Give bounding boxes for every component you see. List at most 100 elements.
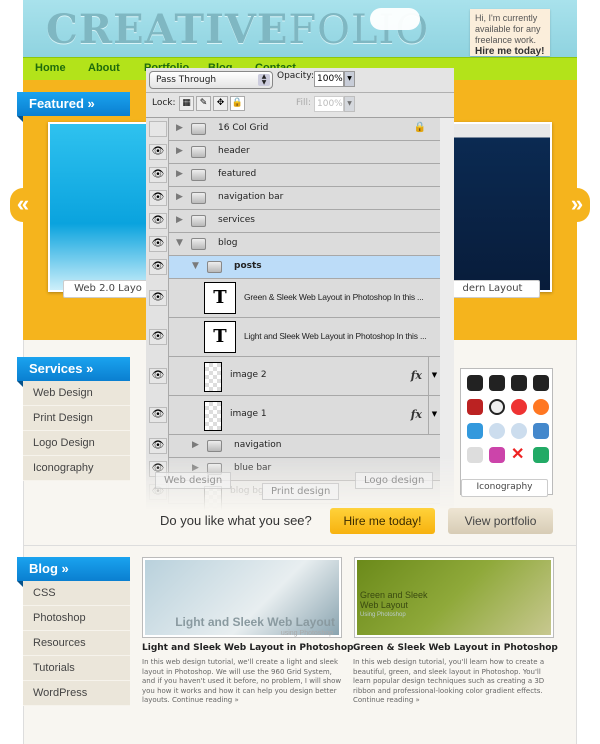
folder-icon	[207, 261, 222, 273]
layers-scrollbar[interactable]	[440, 118, 454, 510]
logo-bold: CREATIVE	[46, 6, 289, 53]
layer-row[interactable]: 👁 ▶ services	[146, 210, 440, 233]
fx-icon[interactable]: fx	[411, 369, 422, 382]
blog-item[interactable]: Photoshop	[23, 606, 130, 631]
nav-home[interactable]: Home	[35, 62, 66, 74]
services-item[interactable]: Web Design	[23, 381, 130, 406]
post-image[interactable]: Light and Sleek Web Layout using Photosh…	[142, 557, 342, 638]
slide-web20[interactable]	[48, 122, 148, 292]
eye-icon[interactable]: 👁	[149, 290, 167, 306]
eye-icon[interactable]: 👁	[149, 329, 167, 345]
lock-label: Lock:	[152, 98, 176, 108]
fill-dropdown-icon[interactable]: ▼	[344, 96, 355, 112]
eye-icon[interactable]: 👁	[149, 259, 167, 275]
excerpt-text: In this web design tutorial, you'll lear…	[353, 658, 545, 695]
services-item[interactable]: Logo Design	[23, 431, 130, 456]
layer-row[interactable]: 👁 image 2 fx ▼	[146, 357, 440, 396]
divider	[23, 545, 577, 546]
layer-name: Green & Sleek Web Layout in Photoshop In…	[244, 292, 424, 302]
expanded-triangle-icon[interactable]: ▼	[176, 238, 183, 248]
eye-icon[interactable]: 👁	[149, 407, 167, 423]
collapsed-triangle-icon[interactable]: ▶	[176, 169, 183, 179]
collapsed-triangle-icon[interactable]: ▶	[176, 215, 183, 225]
folder-icon	[191, 238, 206, 250]
post-excerpt: In this web design tutorial, we'll creat…	[142, 658, 344, 706]
eye-icon[interactable]: 👁	[149, 213, 167, 229]
hire-me-button[interactable]: Hire me today!	[330, 508, 435, 534]
opacity-dropdown-icon[interactable]: ▼	[344, 71, 355, 87]
note-line: available for any	[475, 24, 541, 34]
eye-icon[interactable]: 👁	[149, 438, 167, 454]
expanded-triangle-icon[interactable]: ▼	[192, 261, 199, 271]
featured-tab: Featured »	[17, 92, 130, 122]
layer-row[interactable]: 👁 ▶ header	[146, 141, 440, 164]
post-title[interactable]: Green & Sleek Web Layout in Photoshop	[353, 643, 558, 653]
hidden-eye-icon[interactable]	[149, 121, 167, 137]
layer-row[interactable]: 👁 ▶ navigation	[146, 435, 440, 458]
folder-icon	[207, 440, 222, 452]
blog-item[interactable]: CSS	[23, 581, 130, 606]
eye-icon[interactable]: 👁	[149, 144, 167, 160]
layer-row[interactable]: 👁 ▶ featured	[146, 164, 440, 187]
next-arrow-icon[interactable]: »	[564, 188, 590, 222]
layer-name: featured	[218, 169, 257, 179]
view-portfolio-button[interactable]: View portfolio	[448, 508, 553, 534]
fx-icon[interactable]: fx	[411, 408, 422, 421]
eye-icon[interactable]: 👁	[149, 236, 167, 252]
layer-row[interactable]: 👁 ▼ blog	[146, 233, 440, 256]
collapsed-triangle-icon[interactable]: ▶	[176, 192, 183, 202]
eye-icon[interactable]: 👁	[149, 368, 167, 384]
lock-transparency-icon[interactable]: ▦	[179, 96, 194, 111]
post-excerpt: In this web design tutorial, you'll lear…	[353, 658, 555, 706]
blog-item[interactable]: WordPress	[23, 681, 130, 706]
eye-icon[interactable]: 👁	[149, 167, 167, 183]
slide-caption: dern Layout	[445, 280, 540, 298]
post-image-sub: using Photoshop	[280, 630, 333, 637]
layer-name: image 1	[230, 409, 267, 419]
lock-all-icon[interactable]: 🔒	[230, 96, 245, 111]
fill-input[interactable]: 100%	[314, 96, 344, 112]
eye-icon[interactable]: 👁	[149, 190, 167, 206]
opacity-input[interactable]: 100%	[314, 71, 344, 87]
nav-about[interactable]: About	[88, 62, 120, 74]
post-image[interactable]: Green and Sleek Web Layout Using Photosh…	[354, 557, 554, 638]
layer-name: blog bg	[230, 486, 264, 496]
collapsed-triangle-icon[interactable]: ▶	[192, 440, 199, 450]
blog-item[interactable]: Tutorials	[23, 656, 130, 681]
layer-row[interactable]: 👁 T Green & Sleek Web Layout in Photoshop …	[146, 279, 440, 318]
collapsed-triangle-icon[interactable]: ▶	[176, 123, 183, 133]
blog-menu: CSS Photoshop Resources Tutorials WordPr…	[23, 581, 130, 706]
opacity-label: Opacity:	[277, 71, 314, 81]
expand-effects-icon[interactable]: ▼	[428, 396, 440, 434]
services-item[interactable]: Iconography	[23, 456, 130, 481]
fill-label: Fill:	[296, 98, 312, 108]
lock-paint-icon[interactable]: ✎	[196, 96, 211, 111]
freelance-note[interactable]: Hi, I'm currently available for any free…	[470, 9, 550, 57]
layer-name: header	[218, 146, 250, 156]
lock-position-icon[interactable]: ✥	[213, 96, 228, 111]
prev-arrow-icon[interactable]: «	[10, 188, 36, 222]
layer-name: services	[218, 215, 255, 225]
blend-mode-select[interactable]: Pass Through ▲ ▼	[149, 71, 273, 89]
expand-effects-icon[interactable]: ▼	[428, 357, 440, 395]
blog-item[interactable]: Resources	[23, 631, 130, 656]
service-caption: Logo design	[355, 472, 434, 489]
note-line: Hi, I'm currently	[475, 13, 538, 23]
slide-modern[interactable]	[452, 122, 552, 292]
collapsed-triangle-icon[interactable]: ▶	[176, 146, 183, 156]
layer-row[interactable]: ▶ 16 Col Grid 🔒	[146, 118, 440, 141]
image-thumbnail	[204, 362, 222, 392]
layer-row[interactable]: 👁 ▶ navigation bar	[146, 187, 440, 210]
layer-row[interactable]: 👁 T Light and Sleek Web Layout in Photosho…	[146, 318, 440, 357]
image-thumbnail	[204, 401, 222, 431]
iconography-box[interactable]: ✕	[460, 368, 553, 495]
folder-icon	[191, 215, 206, 227]
post-title[interactable]: Light and Sleek Web Layout in Photoshop	[142, 643, 353, 653]
post-image-sub: Using Photoshop	[360, 612, 406, 618]
layer-row[interactable]: 👁 image 1 fx ▼	[146, 396, 440, 435]
service-caption: Print design	[262, 483, 340, 500]
continue-reading-link[interactable]: Continue reading »	[353, 696, 420, 704]
layer-row[interactable]: 👁 ▼ posts	[146, 256, 440, 279]
continue-reading-link[interactable]: Continue reading »	[172, 696, 239, 704]
services-item[interactable]: Print Design	[23, 406, 130, 431]
